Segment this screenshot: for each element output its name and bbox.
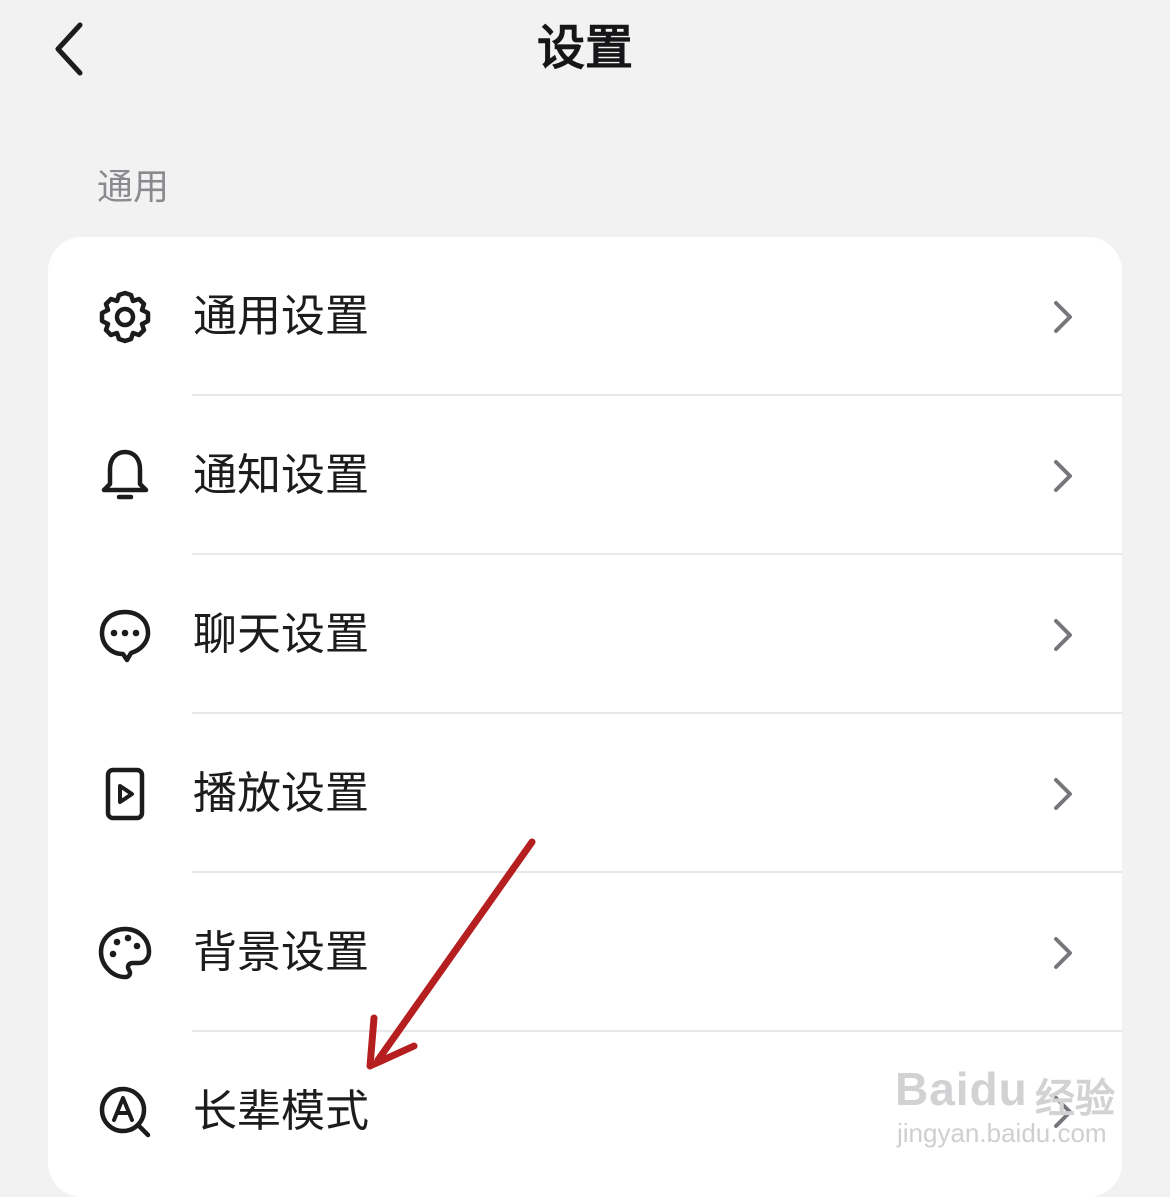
settings-item-label: 通用设置 [193,290,369,342]
chevron-right-icon [1048,774,1078,814]
bell-icon [94,445,156,507]
settings-item-notifications[interactable]: 通知设置 [48,396,1122,555]
settings-item-label: 播放设置 [193,767,369,819]
chat-bubble-icon [94,604,156,666]
settings-card: 通用设置 通知设置 聊天设置 播放设置 背景设置 长辈模式 [48,237,1122,1197]
settings-item-background[interactable]: 背景设置 [48,873,1122,1032]
settings-item-general[interactable]: 通用设置 [48,237,1122,396]
elder-mode-icon [94,1081,156,1143]
settings-item-chat[interactable]: 聊天设置 [48,555,1122,714]
play-icon [94,763,156,825]
chevron-right-icon [1048,933,1078,973]
settings-item-label: 聊天设置 [193,608,369,660]
settings-item-label: 长辈模式 [193,1085,369,1137]
chevron-right-icon [1048,456,1078,496]
palette-icon [94,922,156,984]
section-label: 通用 [97,167,170,208]
settings-item-elder-mode[interactable]: 长辈模式 [48,1032,1122,1191]
header-bar: 设置 [0,0,1170,100]
gear-icon [94,286,156,348]
page-title: 设置 [536,20,633,76]
chevron-right-icon [1048,1092,1078,1132]
chevron-right-icon [1048,297,1078,337]
chevron-right-icon [1048,615,1078,655]
settings-item-playback[interactable]: 播放设置 [48,714,1122,873]
settings-item-label: 背景设置 [193,926,369,978]
settings-item-label: 通知设置 [193,449,369,501]
